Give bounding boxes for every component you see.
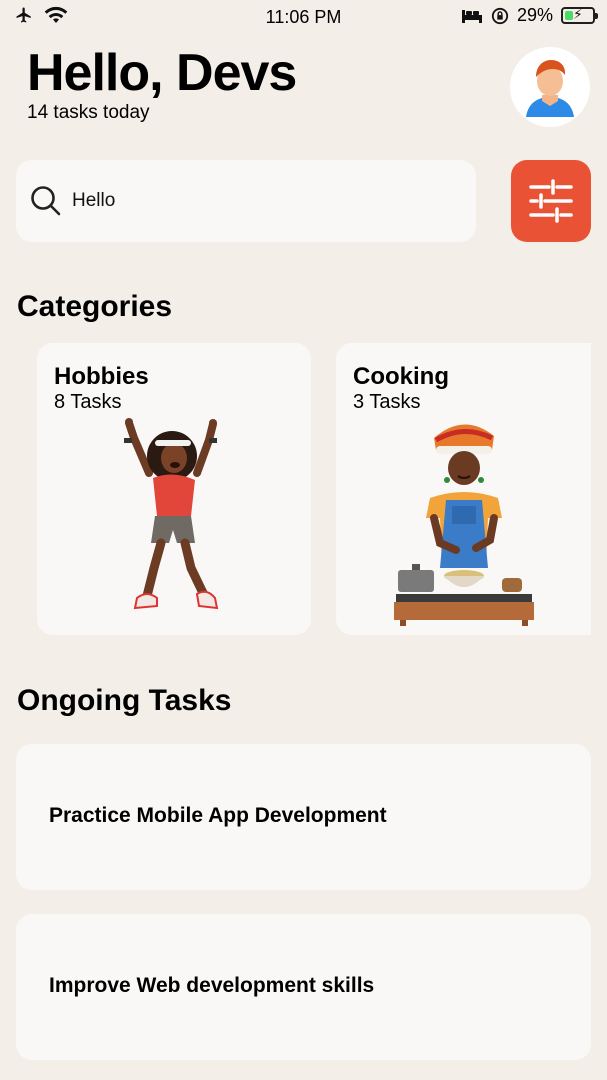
categories-heading: Categories — [17, 290, 173, 323]
search-icon — [31, 186, 61, 216]
category-card-hobbies[interactable]: Hobbies 8 Tasks — [37, 343, 311, 635]
category-name: Cooking — [353, 363, 449, 390]
ongoing-tasks-heading: Ongoing Tasks — [17, 684, 232, 717]
bed-icon — [461, 9, 482, 23]
dancing-woman-illustration — [37, 418, 311, 625]
category-task-count: 3 Tasks — [353, 391, 421, 413]
status-bar: 11:06 PM 29% ⚡ — [0, 0, 607, 34]
charging-bolt-icon: ⚡ — [573, 6, 583, 22]
orientation-lock-icon — [491, 7, 509, 24]
greeting-title: Hello, Devs — [27, 44, 297, 102]
battery-percent: 29% — [516, 5, 553, 25]
search-bar[interactable] — [16, 160, 476, 242]
greeting-header: Hello, Devs 14 tasks today — [27, 42, 297, 124]
task-label: Practice Mobile App Development — [49, 804, 387, 827]
task-label: Improve Web development skills — [49, 974, 375, 997]
cooking-woman-illustration — [336, 418, 591, 626]
task-card[interactable]: Improve Web development skills — [16, 914, 591, 1060]
filter-button[interactable] — [511, 160, 591, 242]
status-right: 29% ⚡ — [461, 5, 598, 26]
category-card-cooking[interactable]: Cooking 3 Tasks — [336, 343, 591, 635]
task-card[interactable]: Practice Mobile App Development — [16, 744, 591, 890]
category-name: Hobbies — [54, 363, 149, 390]
category-task-count: 8 Tasks — [54, 391, 122, 413]
tasks-today-count: 14 tasks today — [27, 102, 150, 123]
battery-fill — [565, 11, 573, 20]
sliders-icon — [529, 179, 573, 223]
battery-icon: ⚡ — [561, 6, 598, 24]
user-avatar-icon[interactable] — [510, 47, 590, 127]
search-input[interactable] — [72, 190, 432, 212]
